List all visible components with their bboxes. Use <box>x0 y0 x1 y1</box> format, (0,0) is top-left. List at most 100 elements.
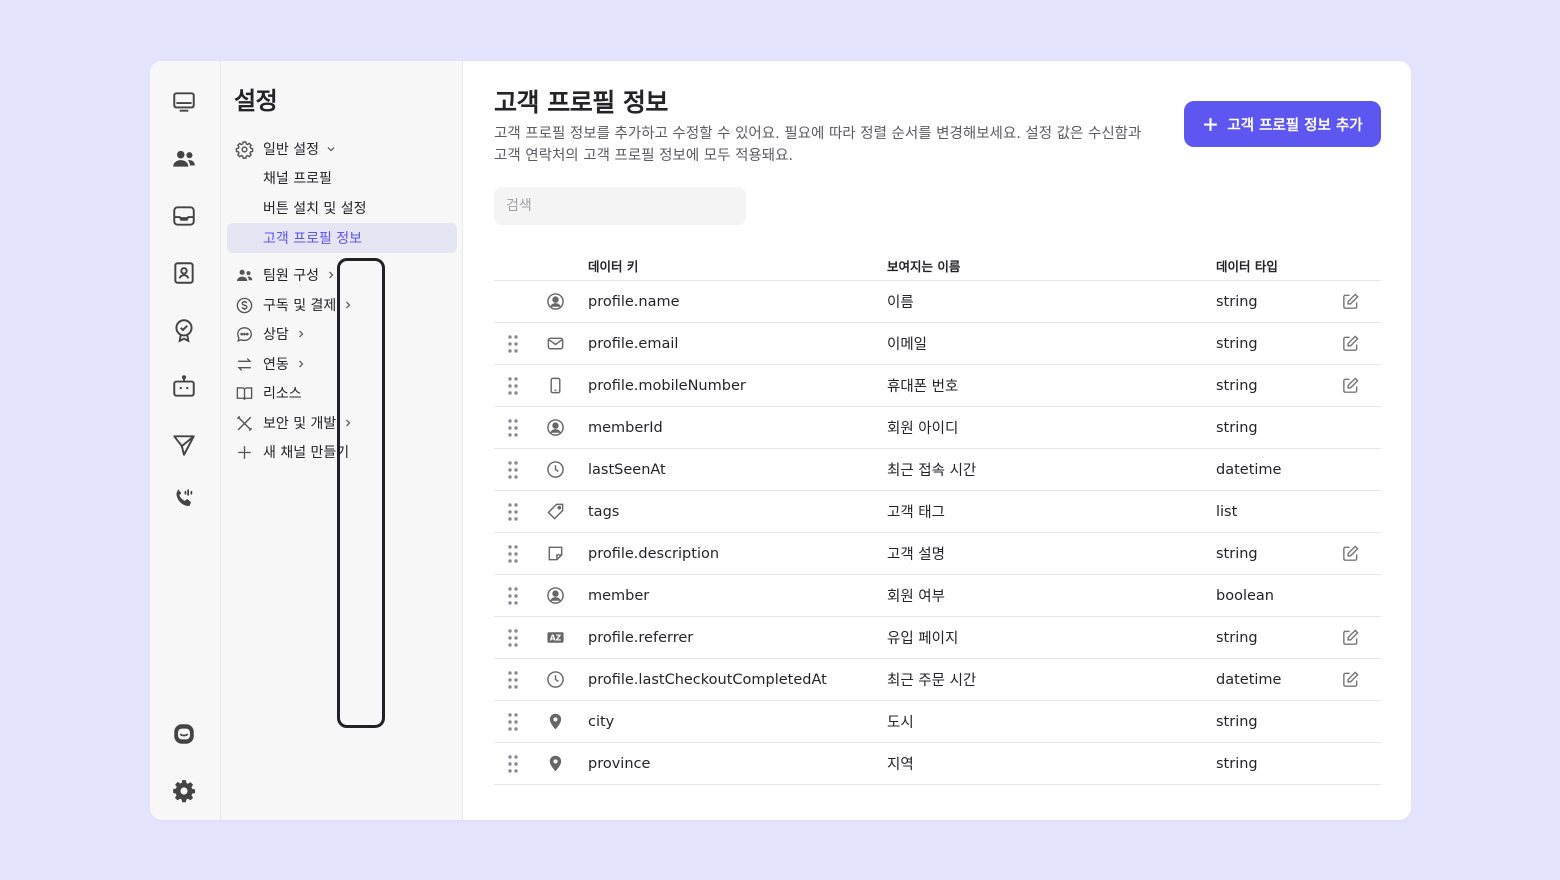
inbox-icon[interactable] <box>171 203 197 229</box>
nav-security-dev-label: 보안 및 개발 <box>263 416 337 432</box>
drag-handle-icon[interactable] <box>502 365 524 406</box>
nav-new-channel-label: 새 채널 만들기 <box>263 445 350 461</box>
phone-icon <box>544 365 566 406</box>
tools-icon <box>234 413 254 433</box>
table-row[interactable]: profile.name 이름 string <box>494 281 1381 323</box>
drag-handle-icon[interactable] <box>502 533 524 574</box>
data-type-cell: boolean <box>1216 587 1274 604</box>
bot-icon[interactable] <box>171 374 197 400</box>
note-icon <box>544 533 566 574</box>
table-row[interactable]: profile.lastCheckoutCompletedAt 최근 주문 시간 d… <box>494 659 1381 701</box>
drag-handle-icon[interactable] <box>502 407 524 448</box>
contact-card-icon[interactable] <box>171 260 197 286</box>
main-content: 고객 프로필 정보 고객 프로필 정보를 추가하고 수정할 수 있어요. 필요에… <box>463 61 1411 820</box>
search-input[interactable] <box>494 187 746 225</box>
table-row[interactable]: city 도시 string <box>494 701 1381 743</box>
data-type-cell: string <box>1216 755 1258 772</box>
nav-consulting-label: 상담 <box>263 327 289 343</box>
chevron-right-icon <box>342 417 354 429</box>
drag-handle-icon[interactable] <box>502 575 524 616</box>
settings-sidebar: 설정 일반 설정 채널 프로필 버튼 설치 및 설정 고객 프로필 정보 팀원 … <box>221 61 463 820</box>
page-description: 고객 프로필 정보를 추가하고 수정할 수 있어요. 필요에 따라 정렬 순서를… <box>494 126 1142 164</box>
nav-security-dev[interactable]: 보안 및 개발 <box>234 412 354 434</box>
add-profile-field-label: 고객 프로필 정보 추가 <box>1227 117 1363 134</box>
nav-team[interactable]: 팀원 구성 <box>234 264 337 286</box>
data-key-cell: profile.email <box>588 335 679 352</box>
display-name-cell: 지역 <box>887 757 914 773</box>
drag-handle-icon[interactable] <box>502 491 524 532</box>
drag-handle-icon[interactable] <box>502 743 524 784</box>
phone-call-icon[interactable] <box>171 486 197 512</box>
sub-customer-profile[interactable]: 고객 프로필 정보 <box>263 227 362 249</box>
nav-resources[interactable]: 리소스 <box>234 382 302 404</box>
display-name-cell: 유입 페이지 <box>887 631 959 647</box>
table-row[interactable]: memberId 회원 아이디 string <box>494 407 1381 449</box>
header-data-key: 데이터 키 <box>588 259 639 274</box>
display-name-cell: 이메일 <box>887 337 928 353</box>
table-row[interactable]: AZ profile.referrer 유입 페이지 string <box>494 617 1381 659</box>
user-circle-icon <box>544 575 566 616</box>
drag-handle-icon[interactable] <box>502 323 524 364</box>
user-circle-icon <box>544 281 566 322</box>
table-row[interactable]: province 지역 string <box>494 743 1381 785</box>
edit-icon[interactable] <box>1339 323 1361 364</box>
data-key-cell: profile.name <box>588 293 680 310</box>
data-key-cell: member <box>588 587 650 604</box>
data-type-cell: string <box>1216 377 1258 394</box>
users-icon <box>234 265 254 285</box>
data-key-cell: city <box>588 713 615 730</box>
profile-fields-table: 데이터 키 보여지는 이름 데이터 타입 profile.name 이름 strin… <box>494 248 1381 785</box>
data-type-cell: string <box>1216 629 1258 646</box>
nav-integration[interactable]: 연동 <box>234 353 307 375</box>
display-name-cell: 고객 태그 <box>887 505 945 521</box>
header-display-name: 보여지는 이름 <box>887 259 961 274</box>
table-row[interactable]: profile.mobileNumber 휴대폰 번호 string <box>494 365 1381 407</box>
nav-subscription[interactable]: 구독 및 결제 <box>234 294 354 316</box>
edit-icon[interactable] <box>1339 659 1361 700</box>
send-icon[interactable] <box>171 432 197 458</box>
sub-channel-profile[interactable]: 채널 프로필 <box>263 167 332 189</box>
table-row[interactable]: tags 고객 태그 list <box>494 491 1381 533</box>
drag-handle-icon[interactable] <box>502 617 524 658</box>
table-row[interactable]: lastSeenAt 최근 접속 시간 datetime <box>494 449 1381 491</box>
gear-icon <box>234 139 254 159</box>
header-data-type: 데이터 타입 <box>1216 259 1278 274</box>
nav-resources-label: 리소스 <box>263 386 302 402</box>
edit-icon[interactable] <box>1339 281 1361 322</box>
edit-icon[interactable] <box>1339 617 1361 658</box>
monitor-icon[interactable] <box>171 89 197 115</box>
contacts-icon[interactable] <box>171 146 197 172</box>
data-key-cell: memberId <box>588 419 663 436</box>
drag-handle-icon[interactable] <box>502 659 524 700</box>
az-icon: AZ <box>544 617 566 658</box>
book-icon <box>234 383 254 403</box>
data-key-cell: lastSeenAt <box>588 461 666 478</box>
table-row[interactable]: profile.description 고객 설명 string <box>494 533 1381 575</box>
data-key-cell: province <box>588 755 651 772</box>
nav-consulting[interactable]: 상담 <box>234 323 307 345</box>
user-circle-icon <box>544 407 566 448</box>
nav-general-settings[interactable]: 일반 설정 <box>234 138 337 160</box>
settings-gear-icon[interactable] <box>171 778 197 804</box>
chevron-down-icon <box>325 143 337 155</box>
badge-check-icon[interactable] <box>171 317 197 343</box>
add-profile-field-button[interactable]: 고객 프로필 정보 추가 <box>1184 101 1381 147</box>
display-name-cell: 도시 <box>887 715 914 731</box>
app-window: 설정 일반 설정 채널 프로필 버튼 설치 및 설정 고객 프로필 정보 팀원 … <box>150 61 1411 820</box>
page-title: 고객 프로필 정보 <box>494 88 668 117</box>
edit-icon[interactable] <box>1339 533 1361 574</box>
edit-icon[interactable] <box>1339 365 1361 406</box>
sub-button-install[interactable]: 버튼 설치 및 설정 <box>263 197 367 219</box>
table-row[interactable]: member 회원 여부 boolean <box>494 575 1381 617</box>
chat-icon <box>234 324 254 344</box>
tag-icon <box>544 491 566 532</box>
drag-handle-icon[interactable] <box>502 701 524 742</box>
table-header: 데이터 키 보여지는 이름 데이터 타입 <box>494 248 1381 281</box>
drag-handle-icon[interactable] <box>502 449 524 490</box>
channel-talk-icon[interactable] <box>171 721 197 747</box>
display-name-cell: 회원 여부 <box>887 589 945 605</box>
data-type-cell: datetime <box>1216 461 1282 478</box>
table-row[interactable]: profile.email 이메일 string <box>494 323 1381 365</box>
nav-new-channel[interactable]: 새 채널 만들기 <box>234 441 349 463</box>
pin-icon <box>544 701 566 742</box>
